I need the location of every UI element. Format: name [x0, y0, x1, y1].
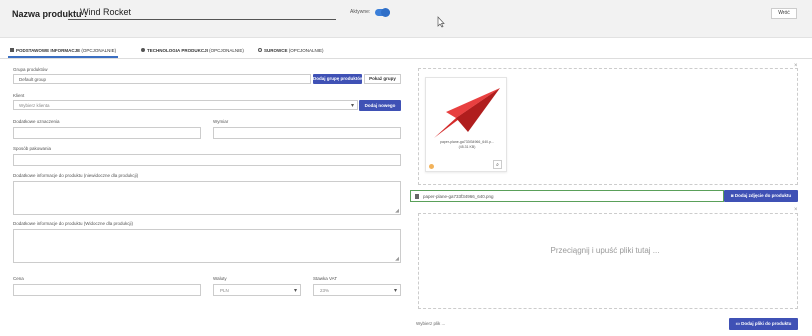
production-info-label: Dodatkowe informacje do produktu (Widocz… — [13, 221, 134, 226]
packaging-label: Sposób pakowania — [13, 146, 52, 151]
dropzone-text: Przeciągnij i upuść pliki tutaj ... — [550, 246, 660, 255]
chevron-down-icon: ▾ — [393, 288, 397, 294]
close-icon[interactable]: × — [794, 207, 798, 213]
price-input[interactable] — [13, 284, 201, 296]
resize-handle-icon[interactable]: ◢ — [395, 256, 399, 262]
back-button[interactable]: Wróć — [771, 8, 797, 19]
product-header: Nazwa produktu : Aktywne: Wróć — [0, 0, 812, 38]
extra-mark-label: Dodatkowe oznaczenia — [13, 119, 60, 124]
gear-icon — [141, 48, 145, 52]
tab-basic-info-label: PODSTAWOWE INFORMACJE — [16, 48, 81, 53]
tab-technology[interactable]: TECHNOLOGIA PRODUKCJI (OPCJONALNIE) — [139, 45, 246, 58]
toggle-knob — [381, 8, 390, 17]
internal-info-label: Dodatkowe informacje do produktu (niewid… — [13, 173, 139, 178]
tab-materials-label: SUROWCE — [264, 48, 288, 53]
production-info-textarea[interactable]: ◢ — [13, 229, 401, 263]
product-name-input[interactable] — [68, 5, 336, 20]
zoom-icon[interactable]: ⌕ — [493, 160, 502, 169]
tab-basic-info-suffix: (OPCJONALNIE) — [80, 48, 117, 53]
paper-plane-image — [434, 88, 500, 138]
currency-select[interactable]: PLN ▾ — [213, 284, 301, 296]
tab-materials-suffix: (OPCJONALNIE) — [287, 48, 324, 53]
tab-bar: PODSTAWOWE INFORMACJE (OPCJONALNIE) TECH… — [0, 43, 812, 59]
currency-label: Waluty — [213, 276, 227, 281]
product-group-label: Grupa produktów — [13, 67, 48, 72]
vat-label: Stawka VAT — [313, 276, 338, 281]
client-placeholder: Wybierz klienta — [19, 103, 50, 108]
show-groups-button[interactable]: Pokaż grupy — [364, 74, 401, 84]
image-file-field[interactable]: paper-plane-ga733f34966_640.png — [410, 190, 724, 202]
mouse-cursor-icon — [437, 16, 445, 28]
internal-info-textarea[interactable]: ◢ — [13, 181, 401, 215]
thumbnail-filesize: (45.31 KB) — [458, 145, 476, 149]
tab-materials[interactable]: SUROWCE (OPCJONALNIE) — [256, 45, 326, 58]
currency-value: PLN — [220, 288, 229, 293]
resize-handle-icon[interactable]: ◢ — [395, 208, 399, 214]
product-group-value: Default group — [19, 77, 47, 82]
file-icon — [415, 194, 419, 199]
active-toggle[interactable] — [375, 8, 390, 17]
close-icon[interactable]: × — [794, 63, 798, 69]
tab-technology-suffix: (OPCJONALNIE) — [207, 48, 244, 53]
client-label: Klient — [13, 93, 25, 98]
active-label: Aktywne: — [350, 9, 371, 15]
globe-icon — [258, 48, 262, 52]
add-files-label: Dodaj pliki do produktu — [741, 321, 792, 326]
vat-value: 23% — [320, 288, 330, 293]
selected-files-text: Wybierz plik ... — [416, 321, 446, 326]
extra-mark-input[interactable] — [13, 127, 201, 139]
image-thumbnail[interactable]: paper-plane-ga733f34966_640.p... (45.31 … — [425, 77, 507, 172]
chevron-down-icon: ▾ — [350, 103, 354, 109]
add-client-button[interactable]: Dodaj nowego — [359, 100, 401, 111]
chevron-down-icon: ▾ — [293, 288, 297, 294]
add-files-button[interactable]: ▭ Dodaj pliki do produktu — [729, 318, 798, 330]
tab-technology-label: TECHNOLOGIA PRODUKCJI — [147, 48, 208, 53]
tab-basic-info[interactable]: PODSTAWOWE INFORMACJE (OPCJONALNIE) — [8, 45, 119, 58]
price-label: Cena — [13, 276, 24, 281]
warning-icon — [429, 164, 434, 169]
add-photo-button[interactable]: ◙ Dodaj zdjęcie do produktu — [724, 190, 798, 202]
dropzone[interactable] — [418, 213, 798, 309]
thumbnail-filename: paper-plane-ga733f34966_640.p... — [440, 140, 494, 144]
add-group-button[interactable]: Dodaj grupę produktów — [313, 74, 364, 84]
image-file-value: paper-plane-ga733f34966_640.png — [423, 194, 494, 199]
dimension-label: Wymiar — [213, 119, 229, 124]
dimension-input[interactable] — [213, 127, 401, 139]
packaging-input[interactable] — [13, 154, 401, 166]
client-select[interactable]: Wybierz klienta ▾ — [13, 100, 358, 110]
add-photo-label: Dodaj zdjęcie do produktu — [734, 193, 792, 198]
lock-icon — [10, 48, 14, 52]
vat-select[interactable]: 23% ▾ — [313, 284, 401, 296]
product-group-select[interactable]: Default group — [13, 74, 311, 84]
